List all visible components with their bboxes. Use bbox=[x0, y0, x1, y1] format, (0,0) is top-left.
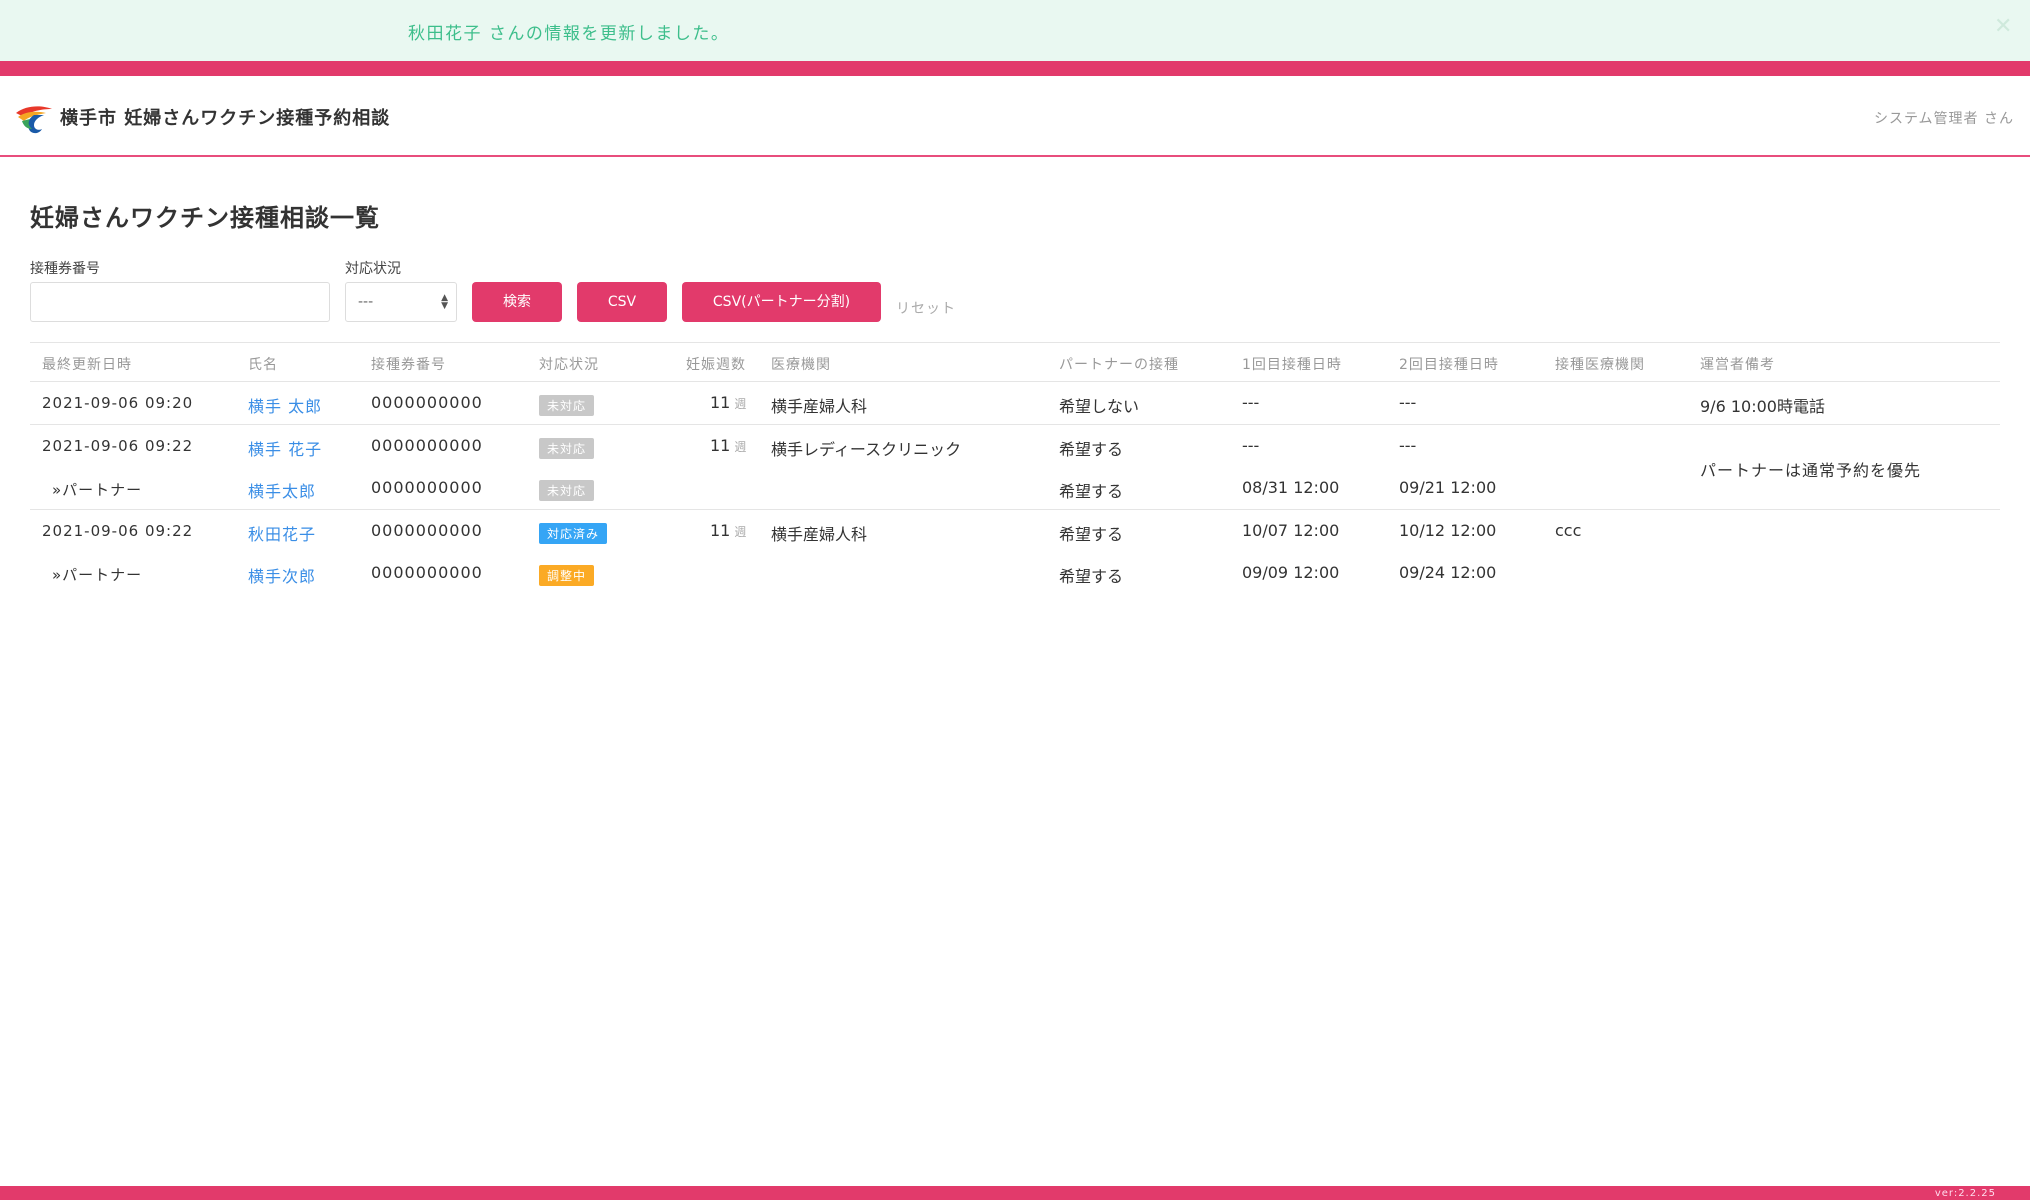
updated-cell: 2021-09-06 09:20 bbox=[42, 394, 194, 412]
select-arrows-icon: ▲ ▼ bbox=[441, 293, 448, 311]
table-row: 2021-09-06 09:20 横手 太郎 0000000000 未対応 11… bbox=[30, 382, 2000, 424]
ticket-cell: 0000000000 bbox=[371, 563, 483, 582]
status-select[interactable]: --- ▲ ▼ bbox=[345, 282, 457, 322]
name-link[interactable]: 秋田花子 bbox=[248, 521, 316, 545]
second-dose-cell: 09/21 12:00 bbox=[1399, 478, 1497, 497]
column-header-ticket: 接種券番号 bbox=[371, 357, 446, 373]
version-label: ver:2.2.25 bbox=[1934, 1188, 1996, 1199]
name-link[interactable]: 横手次郎 bbox=[248, 563, 316, 587]
table-row-group: 2021-09-06 09:20 横手 太郎 0000000000 未対応 11… bbox=[30, 382, 2000, 425]
csv-partner-button[interactable]: CSV(パートナー分割) bbox=[682, 282, 881, 322]
ticket-number-input[interactable] bbox=[30, 282, 330, 322]
weeks-cell: 11 週 bbox=[710, 436, 747, 455]
first-dose-cell: --- bbox=[1242, 436, 1260, 455]
status-badge: 対応済み bbox=[539, 523, 608, 544]
table-row-group: 2021-09-06 09:22 横手 花子 0000000000 未対応 11… bbox=[30, 425, 2000, 510]
reset-link[interactable]: リセット bbox=[896, 298, 956, 318]
flash-message-bar: 秋田花子 さんの情報を更新しました。 ✕ bbox=[0, 0, 2030, 61]
hospital-cell: 横手レディースクリニック bbox=[771, 440, 962, 459]
page-title: 妊婦さんワクチン接種相談一覧 bbox=[30, 204, 380, 232]
consultation-table: 最終更新日時 氏名 接種券番号 対応状況 妊娠週数 医療機関 パートナーの接種 … bbox=[30, 342, 2000, 594]
ticket-cell: 0000000000 bbox=[371, 521, 483, 540]
column-header-partner: パートナーの接種 bbox=[1059, 357, 1179, 373]
first-dose-cell: 08/31 12:00 bbox=[1242, 478, 1340, 497]
partner-cell: 希望する bbox=[1059, 440, 1124, 459]
column-header-hospital: 医療機関 bbox=[771, 357, 831, 373]
hospital-cell: 横手産婦人科 bbox=[771, 397, 868, 416]
name-link[interactable]: 横手 花子 bbox=[248, 436, 322, 460]
partner-label-cell: »パートナー bbox=[52, 566, 143, 584]
updated-cell: 2021-09-06 09:22 bbox=[42, 437, 194, 455]
app-header: 横手市 妊婦さんワクチン接種予約相談 システム管理者 さん bbox=[0, 76, 2030, 157]
partner-cell: 希望する bbox=[1059, 525, 1124, 544]
notes-cell: 9/6 10:00時電話 bbox=[1700, 397, 1825, 416]
table-row-group: 2021-09-06 09:22 秋田花子 0000000000 対応済み 11… bbox=[30, 510, 2000, 594]
brand-top-bar bbox=[0, 61, 2030, 76]
vaccine-hospital-cell: ccc bbox=[1555, 521, 1582, 540]
second-dose-cell: 09/24 12:00 bbox=[1399, 563, 1497, 582]
status-label: 対応状況 bbox=[345, 261, 401, 277]
close-icon[interactable]: ✕ bbox=[1994, 14, 2012, 39]
notes-cell: パートナーは通常予約を優先 bbox=[1700, 461, 1922, 480]
second-dose-cell: --- bbox=[1399, 436, 1417, 455]
first-dose-cell: --- bbox=[1242, 393, 1260, 412]
table-row: 2021-09-06 09:22 秋田花子 0000000000 対応済み 11… bbox=[30, 510, 2000, 552]
ticket-cell: 0000000000 bbox=[371, 436, 483, 455]
user-menu[interactable]: システム管理者 さん bbox=[1874, 108, 2014, 128]
name-link[interactable]: 横手 太郎 bbox=[248, 393, 322, 417]
partner-cell: 希望する bbox=[1059, 567, 1124, 586]
partner-cell: 希望しない bbox=[1059, 397, 1140, 416]
partner-cell: 希望する bbox=[1059, 482, 1124, 501]
column-header-second-dose: 2回目接種日時 bbox=[1399, 357, 1499, 373]
status-select-value: --- bbox=[358, 294, 374, 310]
flash-message-text: 秋田花子 さんの情報を更新しました。 bbox=[408, 24, 730, 44]
city-logo-icon bbox=[14, 103, 54, 135]
partner-label-cell: »パートナー bbox=[52, 481, 143, 499]
column-header-status: 対応状況 bbox=[539, 357, 599, 373]
second-dose-cell: 10/12 12:00 bbox=[1399, 521, 1497, 540]
first-dose-cell: 10/07 12:00 bbox=[1242, 521, 1340, 540]
column-header-name: 氏名 bbox=[248, 357, 278, 373]
updated-cell: 2021-09-06 09:22 bbox=[42, 522, 194, 540]
status-badge: 未対応 bbox=[539, 480, 595, 501]
column-header-weeks: 妊娠週数 bbox=[686, 357, 746, 373]
ticket-cell: 0000000000 bbox=[371, 478, 483, 497]
status-badge: 調整中 bbox=[539, 565, 595, 586]
column-header-notes: 運営者備考 bbox=[1700, 357, 1775, 373]
hospital-cell: 横手産婦人科 bbox=[771, 525, 868, 544]
weeks-cell: 11 週 bbox=[710, 393, 747, 412]
column-header-updated: 最終更新日時 bbox=[42, 357, 132, 373]
column-header-vaccine-hospital: 接種医療機関 bbox=[1555, 357, 1645, 373]
first-dose-cell: 09/09 12:00 bbox=[1242, 563, 1340, 582]
table-header: 最終更新日時 氏名 接種券番号 対応状況 妊娠週数 医療機関 パートナーの接種 … bbox=[30, 342, 2000, 382]
csv-button[interactable]: CSV bbox=[577, 282, 667, 322]
name-link[interactable]: 横手太郎 bbox=[248, 478, 316, 502]
status-badge: 未対応 bbox=[539, 395, 595, 416]
column-header-first-dose: 1回目接種日時 bbox=[1242, 357, 1342, 373]
status-badge: 未対応 bbox=[539, 438, 595, 459]
ticket-number-label: 接種券番号 bbox=[30, 261, 100, 277]
search-button[interactable]: 検索 bbox=[472, 282, 562, 322]
table-row-partner: »パートナー 横手次郎 0000000000 調整中 希望する 09/09 12… bbox=[30, 552, 2000, 594]
brand-footer-bar bbox=[0, 1186, 2030, 1200]
ticket-cell: 0000000000 bbox=[371, 393, 483, 412]
weeks-cell: 11 週 bbox=[710, 521, 747, 540]
app-title[interactable]: 横手市 妊婦さんワクチン接種予約相談 bbox=[60, 104, 390, 130]
second-dose-cell: --- bbox=[1399, 393, 1417, 412]
